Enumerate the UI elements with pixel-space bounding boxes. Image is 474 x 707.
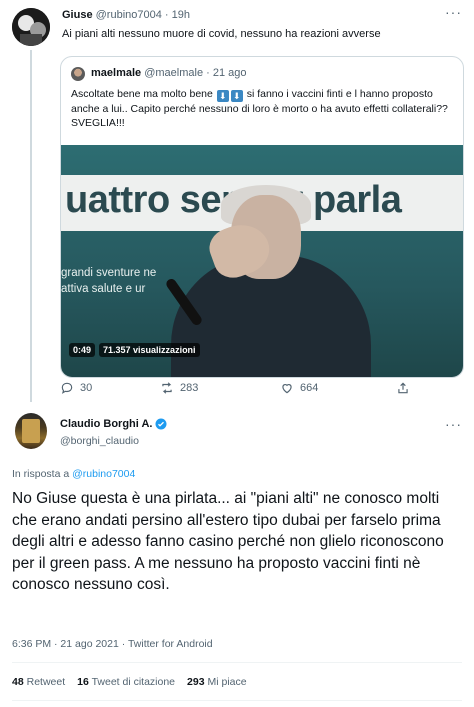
like-count: 664 (300, 382, 319, 394)
quoted-tweet-text: Ascoltate bene ma molto bene ⬇ ⬇ si fanno… (71, 87, 459, 130)
share-button[interactable] (396, 381, 410, 395)
video-duration: 0:49 (69, 343, 96, 357)
reply-context: In risposta a @rubino7004 (12, 468, 135, 480)
avatar[interactable] (12, 8, 50, 46)
tweet-meta[interactable]: 6:36 PM · 21 ago 2021 · Twitter for Andr… (12, 638, 213, 650)
quoted-tweet-header: maelmale @maelmale · 21 ago (91, 67, 247, 79)
reply-count: 30 (80, 382, 93, 394)
tweet-actions: 30 283 664 (60, 380, 460, 396)
divider (12, 662, 462, 663)
author-handle[interactable]: @borghi_claudio (60, 435, 139, 447)
avatar (71, 67, 85, 81)
reply-prefix: In risposta a (12, 468, 70, 480)
avatar[interactable] (15, 413, 47, 449)
retweet-button[interactable]: 283 (160, 381, 280, 395)
parent-tweet[interactable]: Giuse @rubino7004 · 19h ··· Ai piani alt… (0, 0, 474, 402)
tweet-time: 21 ago (212, 67, 247, 79)
tweet-header: Giuse @rubino7004 · 19h (62, 9, 191, 21)
video-player[interactable]: uattro ser per parla grandi sventure ne … (61, 145, 463, 377)
author-name[interactable]: Claudio Borghi A. (60, 418, 152, 430)
tweet-stats: 48 Retweet 16 Tweet di citazione 293 Mi … (12, 676, 247, 688)
likes-stat[interactable]: 293 Mi piace (187, 676, 247, 688)
heart-icon (282, 384, 292, 394)
more-icon[interactable]: ··· (445, 416, 462, 432)
down-arrow-emoji-icon: ⬇ (230, 90, 243, 102)
tweet-time[interactable]: 19h (172, 9, 190, 21)
more-icon[interactable]: ··· (445, 4, 462, 20)
author-name[interactable]: Giuse (62, 9, 93, 21)
share-icon (398, 382, 408, 394)
divider (12, 700, 462, 701)
video-views: 71.357 visualizzazioni (99, 343, 200, 357)
quoted-tweet[interactable]: maelmale @maelmale · 21 ago Ascoltate be… (60, 56, 464, 378)
quotes-stat[interactable]: 16 Tweet di citazione (77, 676, 175, 688)
author-handle: @maelmale (144, 67, 204, 79)
main-tweet: Claudio Borghi A. @borghi_claudio ··· In… (0, 400, 474, 707)
slide-line: grandi sventure ne (61, 267, 157, 279)
author-handle[interactable]: @rubino7004 (96, 9, 162, 21)
retweet-count: 283 (180, 382, 199, 394)
retweets-stat[interactable]: 48 Retweet (12, 676, 65, 688)
author-name: maelmale (91, 67, 142, 79)
tweet-text: Ai piani alti nessuno muore di covid, ne… (62, 28, 381, 40)
reply-icon (61, 382, 73, 394)
thread-line (30, 50, 32, 402)
reply-button[interactable]: 30 (60, 381, 160, 395)
like-button[interactable]: 664 (280, 381, 396, 395)
retweet-icon (162, 382, 172, 394)
reply-handle-link[interactable]: @rubino7004 (72, 468, 135, 480)
quoted-text-part1: Ascoltate bene ma molto bene (71, 88, 213, 100)
video-slide-text: grandi sventure ne attiva salute e ur (61, 265, 156, 297)
video-overlay: 0:49 71.357 visualizzazioni (69, 343, 200, 357)
tweet-text: No Giuse questa è una pirlata... ai "pia… (12, 490, 444, 593)
slide-line: attiva salute e ur (61, 283, 146, 295)
verified-badge-icon (155, 418, 167, 430)
author-name-row: Claudio Borghi A. (60, 418, 167, 430)
down-arrow-emoji-icon: ⬇ (216, 90, 229, 102)
